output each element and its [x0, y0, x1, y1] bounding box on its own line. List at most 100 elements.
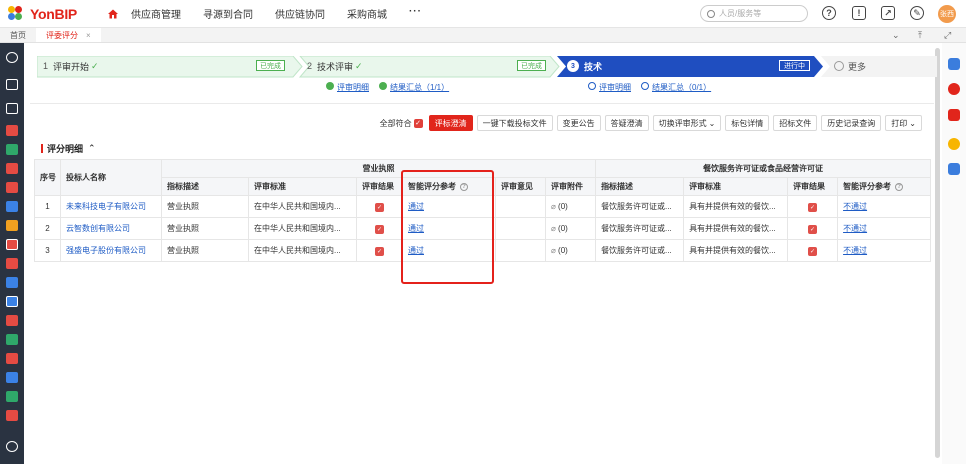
step-more[interactable]: 更多 [834, 56, 866, 76]
checkbox-icon[interactable]: ✓ [808, 224, 818, 234]
nav-item-supplier[interactable]: 供应商管理 [131, 6, 181, 21]
col-ai-ref-2: 智能评分参考? [837, 177, 932, 196]
checkbox-icon[interactable]: ✓ [375, 246, 384, 256]
app-icon[interactable] [6, 258, 18, 269]
toolbar: 全部符合 ✓ 评标澄清 一键下载投标文件 变更公告 答疑澄清 切换评审形式 ⌄ 标… [380, 115, 922, 131]
message-icon[interactable]: ! [852, 6, 866, 20]
app-logo[interactable]: YonBIP [8, 5, 77, 22]
app-icon[interactable] [6, 239, 18, 250]
cell-attach[interactable]: ⌀ (0) [544, 195, 597, 218]
cell-opinion[interactable] [495, 217, 546, 240]
link-review-detail[interactable]: 评审明细 [599, 82, 631, 93]
step-3[interactable]: 3 技术 [567, 56, 602, 76]
cell-standard: 在中华人民共和国境内... [248, 217, 357, 240]
app-icon[interactable] [6, 296, 18, 307]
tab-scoring-label: 评委评分 [46, 30, 78, 40]
cell-attach[interactable]: ⌀ (0) [544, 217, 597, 240]
home-icon[interactable] [107, 8, 119, 20]
nav-more[interactable]: ··· [409, 6, 422, 21]
all-match-label[interactable]: 全部符合 ✓ [380, 118, 423, 129]
switch-review-form-button[interactable]: 切换评审形式 ⌄ [652, 115, 722, 131]
cell-ai-ref-2[interactable]: 不通过 [837, 239, 932, 262]
app-icon[interactable] [948, 163, 960, 175]
checkbox-icon[interactable]: ✓ [413, 118, 423, 128]
check-icon: ✓ [91, 60, 99, 71]
search-input[interactable]: 人员/服务等 [700, 5, 808, 22]
col-standard-2: 评审标准 [683, 177, 789, 196]
col-standard: 评审标准 [248, 177, 357, 196]
close-icon[interactable]: × [86, 31, 91, 40]
todo-icon[interactable]: ↗ [881, 6, 895, 20]
history-query-button[interactable]: 历史记录查询 [821, 115, 882, 131]
checkbox-icon[interactable]: ✓ [375, 202, 384, 212]
cell-seq: 2 [34, 217, 61, 240]
check-circle-icon [326, 82, 334, 90]
switch-review-form-label: 切换评审形式 [658, 118, 707, 128]
all-match-text: 全部符合 [379, 118, 412, 128]
cell-bidder[interactable]: 未来科技电子有限公司 [60, 195, 162, 218]
link-review-detail[interactable]: 评审明细 [337, 82, 369, 93]
app-icon[interactable] [6, 391, 18, 402]
bid-clarification-button[interactable]: 评标澄清 [428, 115, 473, 131]
package-detail-button[interactable]: 标包详情 [725, 115, 770, 131]
paperclip-icon: ⌀ [551, 246, 559, 255]
cell-opinion[interactable] [495, 195, 546, 218]
app-icon[interactable] [6, 410, 18, 421]
checkbox-icon[interactable]: ✓ [808, 202, 818, 212]
cell-attach[interactable]: ⌀ (0) [544, 239, 597, 262]
step-2[interactable]: 2 技术评审 ✓ [307, 56, 363, 76]
link-result-summary[interactable]: 结果汇总（0/1） [652, 82, 711, 93]
app-center-icon[interactable]: ✎ [910, 6, 924, 20]
divider [30, 103, 934, 104]
app-icon[interactable] [948, 109, 960, 121]
tab-home[interactable]: 首页 [0, 28, 36, 42]
app-icon[interactable] [6, 315, 18, 326]
nav-item-supply-chain[interactable]: 供应链协同 [275, 6, 325, 21]
change-notice-button[interactable]: 变更公告 [556, 115, 601, 131]
nav-item-sourcing[interactable]: 寻源到合同 [203, 6, 253, 21]
fullscreen-icon[interactable]: ⤢ [944, 30, 951, 41]
nav-item-mall[interactable]: 采购商城 [347, 6, 387, 21]
print-button[interactable]: 打印 ⌄ [885, 115, 922, 131]
app-icon[interactable] [6, 182, 18, 193]
cell-opinion[interactable] [495, 239, 546, 262]
app-icon[interactable] [6, 353, 18, 364]
settings-icon[interactable] [6, 441, 18, 452]
help-icon[interactable]: ? [895, 182, 904, 191]
app-icon[interactable] [948, 83, 960, 95]
scrollbar[interactable] [935, 48, 940, 458]
step-3-status-badge: 进行中 [779, 60, 810, 71]
chevron-down-icon[interactable]: ⌄ [892, 30, 900, 41]
more-icon [834, 61, 844, 71]
app-icon[interactable] [6, 277, 18, 288]
checkbox-icon[interactable]: ✓ [808, 246, 818, 256]
cell-ai-ref-2[interactable]: 不通过 [837, 217, 932, 240]
search-icon[interactable] [6, 52, 18, 63]
app-icon[interactable] [6, 144, 18, 155]
app-icon[interactable] [6, 201, 18, 212]
app-icon[interactable] [6, 372, 18, 383]
help-icon[interactable] [948, 138, 960, 150]
folder-icon[interactable] [6, 79, 18, 90]
upload-icon[interactable]: ⤒ [918, 30, 922, 41]
cell-ai-ref-2[interactable]: 不通过 [837, 195, 932, 218]
app-icon[interactable] [6, 163, 18, 174]
qa-clarification-button[interactable]: 答疑澄清 [604, 115, 649, 131]
help-icon[interactable]: ? [822, 6, 836, 20]
cell-bidder[interactable]: 强盛电子股份有限公司 [60, 239, 162, 262]
app-icon[interactable] [948, 58, 960, 70]
avatar[interactable]: 张西 [938, 5, 956, 23]
tender-file-button[interactable]: 招标文件 [773, 115, 818, 131]
download-bid-files-button[interactable]: 一键下载投标文件 [476, 115, 553, 131]
app-icon[interactable] [6, 334, 18, 345]
checkbox-icon[interactable]: ✓ [375, 224, 384, 234]
step-1[interactable]: 1 评审开始 ✓ [43, 56, 99, 76]
message-icon[interactable] [6, 103, 18, 114]
app-icon[interactable] [6, 125, 18, 136]
tab-scoring[interactable]: 评委评分 × [36, 28, 101, 42]
link-result-summary[interactable]: 结果汇总（1/1） [390, 82, 449, 93]
cell-bidder[interactable]: 云智数创有限公司 [60, 217, 162, 240]
section-title[interactable]: 评分明细 ⌃ [41, 142, 96, 155]
progress-steps: 1 评审开始 ✓ 已完成 2 技术评审 ✓ 已完成 3 技术 进行中 更多 [37, 56, 937, 78]
cart-icon[interactable] [6, 220, 18, 231]
